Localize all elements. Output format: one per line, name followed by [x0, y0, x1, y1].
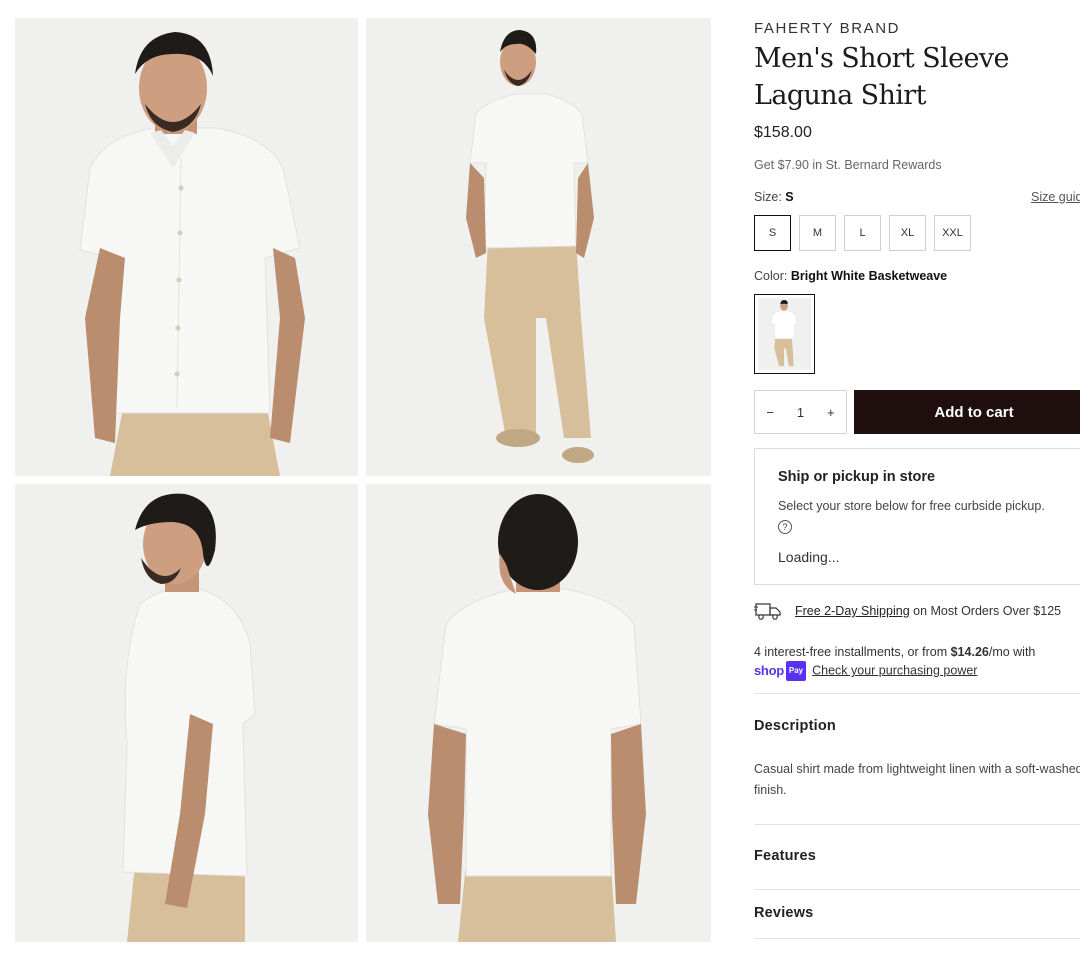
quantity-stepper[interactable]: − 1 + — [754, 390, 847, 434]
product-image-front-closeup[interactable] — [15, 18, 358, 476]
store-pickup-heading: Ship or pickup in store — [778, 469, 936, 485]
shipping-threshold-text: on Most Orders Over $125 — [909, 604, 1062, 618]
size-label: Size: — [754, 190, 786, 204]
size-option-l[interactable]: L — [844, 215, 881, 251]
divider — [754, 824, 1080, 825]
color-label-row: Color: Bright White Basketweave — [754, 269, 947, 283]
reviews-section-title[interactable]: Reviews — [754, 905, 813, 921]
installments-info: 4 interest-free installments, or from $1… — [754, 643, 1080, 681]
shop-pay-word: shop — [754, 663, 784, 678]
help-icon[interactable]: ? — [778, 520, 792, 534]
store-pickup-description: Select your store below for free curbsid… — [778, 499, 1045, 513]
free-shipping-link[interactable]: Free 2-Day Shipping — [795, 604, 910, 618]
size-options: S M L XL XXL — [754, 215, 971, 251]
store-pickup-box: Ship or pickup in store Select your stor… — [754, 448, 1080, 585]
color-swatch-bright-white[interactable] — [754, 294, 815, 374]
product-title: Men's Short Sleeve Laguna Shirt — [754, 43, 1009, 111]
quantity-value[interactable]: 1 — [797, 405, 804, 420]
installments-period: /mo with — [988, 645, 1036, 659]
description-text: Casual shirt made from lightweight linen… — [754, 762, 1080, 797]
shop-pay-logo: shop Pay — [754, 661, 807, 681]
size-label-row: Size: S Size guide — [754, 190, 1080, 204]
purchasing-power-link[interactable]: Check your purchasing power — [812, 663, 977, 677]
installments-text: 4 interest-free installments, or from — [754, 645, 951, 659]
divider — [754, 693, 1080, 694]
size-option-s[interactable]: S — [754, 215, 791, 251]
store-loading-status: Loading... — [778, 549, 840, 565]
product-image-full-body[interactable] — [366, 18, 711, 476]
quantity-increase-button[interactable]: + — [827, 405, 835, 420]
size-selected: S — [785, 190, 794, 204]
add-to-cart-button[interactable]: Add to cart — [854, 390, 1080, 434]
truck-icon — [754, 603, 781, 620]
product-gallery — [15, 18, 711, 942]
color-selected: Bright White Basketweave — [790, 269, 948, 283]
size-option-m[interactable]: M — [799, 215, 836, 251]
color-label: Color: — [754, 269, 791, 283]
product-price: $158.00 — [754, 124, 812, 141]
size-option-xl[interactable]: XL — [889, 215, 926, 251]
product-image-back[interactable] — [366, 484, 711, 942]
divider — [754, 938, 1080, 939]
shop-pay-badge: Pay — [785, 661, 807, 681]
description-section-title[interactable]: Description — [754, 718, 836, 734]
quantity-decrease-button[interactable]: − — [766, 405, 774, 420]
installments-amount: $14.26 — [950, 645, 989, 659]
features-section-title[interactable]: Features — [754, 848, 816, 864]
size-option-xxl[interactable]: XXL — [934, 215, 971, 251]
product-image-side[interactable] — [15, 484, 358, 942]
rewards-text: Get $7.90 in St. Bernard Rewards — [754, 158, 942, 172]
brand-name[interactable]: FAHERTY BRAND — [754, 20, 900, 37]
size-guide-link[interactable]: Size guide — [1031, 190, 1080, 204]
divider — [754, 889, 1080, 890]
